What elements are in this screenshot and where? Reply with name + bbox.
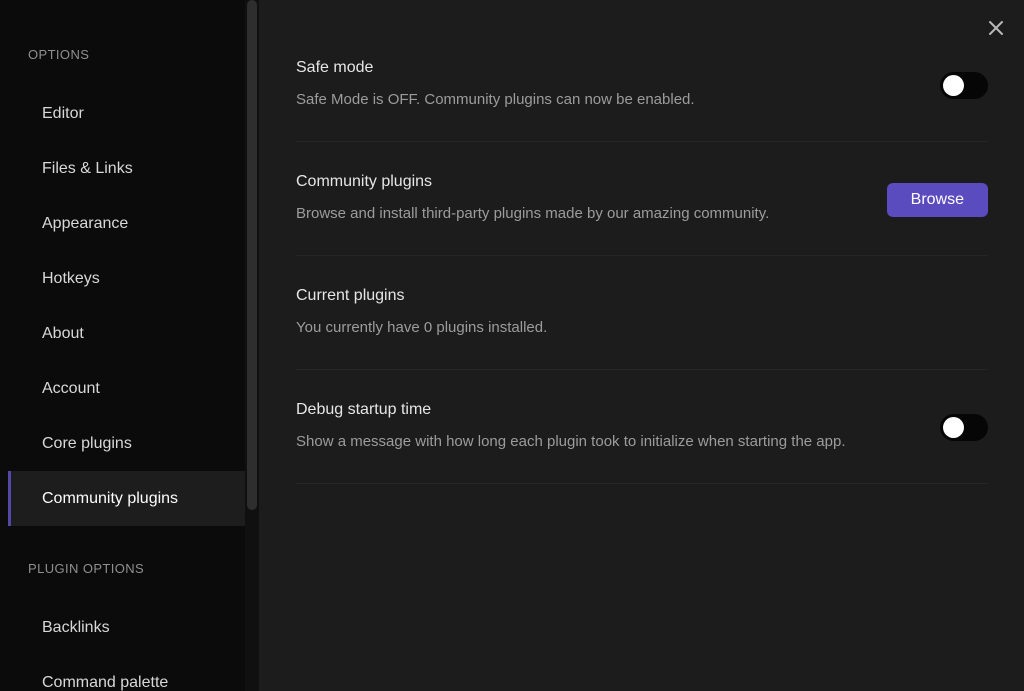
settings-sidebar: OPTIONS EditorFiles & LinksAppearanceHotk…: [0, 0, 245, 691]
setting-item-safe-mode: Safe mode Safe Mode is OFF. Community plu…: [296, 28, 988, 142]
sidebar-item-editor[interactable]: Editor: [0, 86, 245, 141]
close-icon: [986, 18, 1006, 38]
setting-item-community-plugins: Community plugins Browse and install thir…: [296, 142, 988, 256]
sidebar-item-hotkeys[interactable]: Hotkeys: [0, 251, 245, 306]
setting-info: Community plugins Browse and install thir…: [296, 170, 863, 229]
sidebar-scrollbar[interactable]: [245, 0, 259, 691]
setting-title: Current plugins: [296, 284, 988, 308]
sidebar-item-community-plugins[interactable]: Community plugins: [8, 471, 245, 526]
browse-button[interactable]: Browse: [887, 183, 988, 217]
setting-info: Safe mode Safe Mode is OFF. Community plu…: [296, 56, 916, 115]
sidebar-section-header: OPTIONS: [0, 46, 245, 64]
close-button[interactable]: [982, 14, 1010, 42]
setting-title: Debug startup time: [296, 398, 916, 422]
sidebar-item-backlinks[interactable]: Backlinks: [0, 600, 245, 655]
sidebar-item-about[interactable]: About: [0, 306, 245, 361]
setting-info: Debug startup time Show a message with ho…: [296, 398, 916, 457]
setting-item-debug-startup-time: Debug startup time Show a message with ho…: [296, 370, 988, 484]
setting-title: Community plugins: [296, 170, 863, 194]
settings-list: Safe mode Safe Mode is OFF. Community plu…: [296, 28, 988, 484]
scrollbar-thumb[interactable]: [247, 0, 257, 510]
sidebar-item-core-plugins[interactable]: Core plugins: [0, 416, 245, 471]
sidebar-item-appearance[interactable]: Appearance: [0, 196, 245, 251]
setting-description: Browse and install third-party plugins m…: [296, 199, 863, 229]
setting-item-current-plugins: Current plugins You currently have 0 plug…: [296, 256, 988, 370]
toggle-knob: [943, 75, 964, 96]
toggle-safe-mode[interactable]: [940, 72, 988, 99]
settings-modal: OPTIONS EditorFiles & LinksAppearanceHotk…: [0, 0, 1024, 691]
settings-content: Safe mode Safe Mode is OFF. Community plu…: [259, 0, 1024, 691]
toggle-debug-startup-time[interactable]: [940, 414, 988, 441]
setting-description: You currently have 0 plugins installed.: [296, 313, 988, 343]
sidebar-item-command-palette[interactable]: Command palette: [0, 655, 245, 691]
setting-description: Show a message with how long each plugin…: [296, 427, 916, 457]
sidebar-item-files-links[interactable]: Files & Links: [0, 141, 245, 196]
setting-description: Safe Mode is OFF. Community plugins can …: [296, 85, 916, 115]
setting-title: Safe mode: [296, 56, 916, 80]
sidebar-item-account[interactable]: Account: [0, 361, 245, 416]
toggle-knob: [943, 417, 964, 438]
setting-info: Current plugins You currently have 0 plug…: [296, 284, 988, 343]
sidebar-section-header: PLUGIN OPTIONS: [0, 560, 245, 578]
